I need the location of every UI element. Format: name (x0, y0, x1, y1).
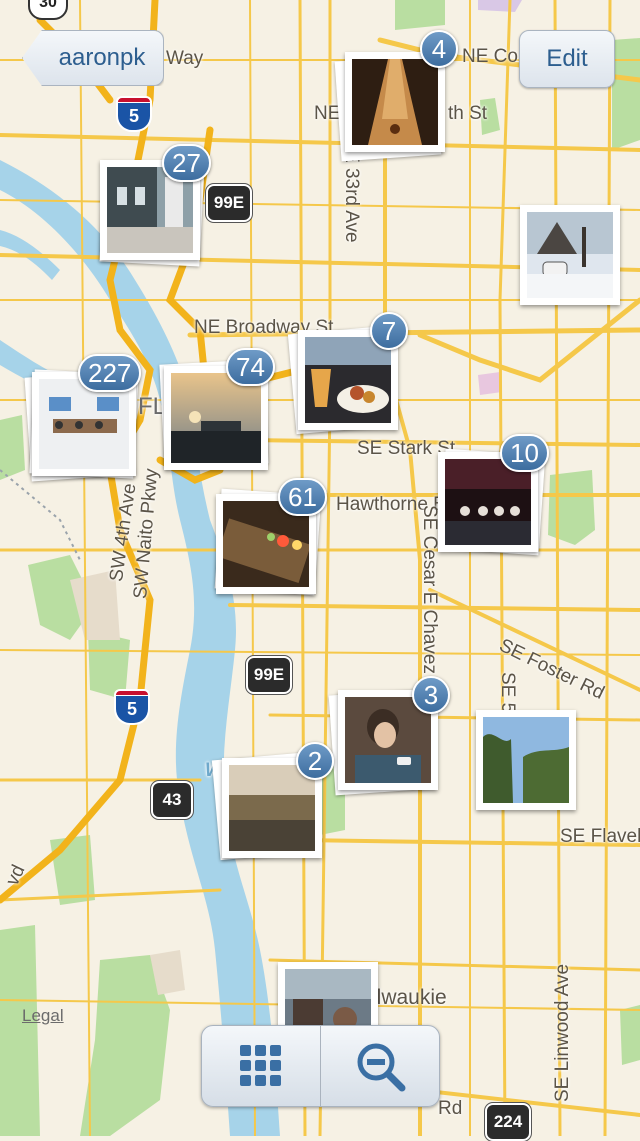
photo-cluster[interactable]: 61 (212, 478, 327, 600)
photo-cluster[interactable]: 2 (211, 742, 334, 864)
map-label-way: Way (166, 48, 204, 69)
map-label-ne-co: NE Co (462, 46, 518, 67)
cluster-count-badge: 61 (278, 478, 327, 516)
photo-thumbnail (520, 205, 620, 305)
photo-cluster[interactable]: 4 (334, 30, 458, 162)
map-label-e33: E 33rd Ave (341, 150, 362, 243)
grid-view-button[interactable] (202, 1026, 321, 1106)
photo-cluster[interactable]: 3 (328, 676, 450, 796)
cluster-count-badge: 4 (420, 30, 458, 68)
zoom-out-button[interactable] (321, 1026, 439, 1106)
cluster-count-badge: 74 (226, 348, 275, 386)
map-label-linwood: SE Linwood Ave (552, 963, 573, 1102)
photo-thumbnail (476, 710, 576, 810)
grid-icon (240, 1045, 281, 1086)
zoom-out-icon (357, 1043, 406, 1092)
photo-cluster[interactable]: 74 (159, 348, 275, 472)
photo-cluster[interactable] (520, 205, 620, 305)
edit-button[interactable]: Edit (519, 30, 615, 88)
bottom-toolbar (201, 1025, 440, 1107)
route-99e-shield: 99E (246, 656, 292, 694)
route-43-shield: 43 (151, 781, 193, 819)
route-99e-shield: 99E (206, 184, 252, 222)
photo-cluster[interactable]: 10 (438, 434, 549, 556)
photo-cluster[interactable]: 27 (99, 144, 211, 268)
map-label-rd: Rd (438, 1098, 463, 1119)
route-224-shield: 224 (485, 1103, 531, 1141)
cluster-count-badge: 10 (500, 434, 549, 472)
map-label-ne: NE (314, 103, 341, 124)
back-button[interactable]: aaronpk (22, 30, 164, 86)
cluster-count-badge: 7 (370, 312, 408, 350)
photo-cluster[interactable]: 7 (287, 312, 408, 435)
cluster-count-badge: 3 (412, 676, 450, 714)
map-label-th-st: th St (448, 103, 488, 124)
interstate-5-shield: 5 (114, 689, 150, 725)
cluster-count-badge: 227 (78, 354, 142, 392)
interstate-5-shield: 5 (116, 96, 152, 132)
map-label-milwaukie: ilwaukie (372, 986, 447, 1009)
legal-link[interactable]: Legal (22, 1006, 64, 1026)
photo-cluster[interactable]: 227 (24, 354, 142, 482)
photo-thumbnail (345, 52, 445, 152)
photo-cluster[interactable] (476, 710, 576, 810)
cluster-count-badge: 27 (162, 144, 211, 182)
map-label-flavel: SE Flavel (560, 826, 640, 847)
cluster-count-badge: 2 (296, 742, 334, 780)
route-30-shield: 30 (28, 0, 68, 20)
